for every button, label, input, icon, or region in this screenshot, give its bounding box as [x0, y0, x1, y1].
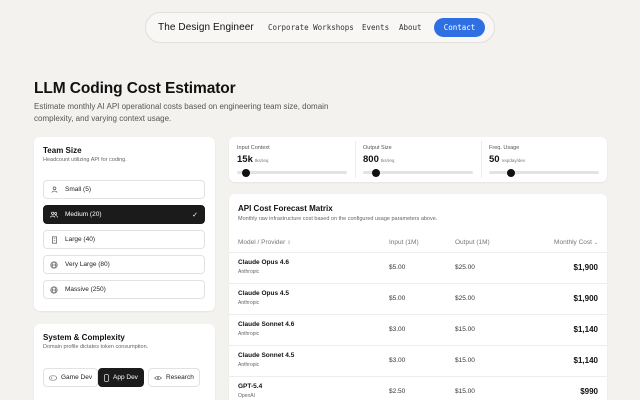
matrix-subtitle: Monthly raw infrastructure cost based on… — [238, 216, 438, 222]
chevron-down-icon: ⌄ — [593, 240, 598, 246]
eye-icon — [154, 375, 162, 381]
table-row[interactable]: Claude Sonnet 4.6 Anthropic $3.00 $15.00… — [229, 314, 607, 345]
nav-link-about[interactable]: About — [399, 23, 422, 32]
model-provider: Anthropic — [238, 268, 260, 275]
monthly-cost: $1,140 — [573, 325, 598, 334]
check-icon: ✓ — [192, 211, 198, 219]
system-complexity-subtitle: Domain profile dictates token consumptio… — [43, 344, 149, 350]
model-provider: Anthropic — [238, 330, 260, 337]
slider-label: Input Context — [237, 145, 270, 151]
output-price: $25.00 — [455, 264, 475, 271]
chip-app-dev[interactable]: App Dev — [98, 368, 144, 387]
team-size-title: Team Size — [43, 146, 82, 155]
system-complexity-title: System & Complexity — [43, 333, 125, 342]
slider-value: 15k tks/req — [237, 154, 269, 165]
output-price: $15.00 — [455, 357, 475, 364]
team-option-label: Massive (250) — [65, 286, 106, 293]
model-provider: Anthropic — [238, 299, 260, 306]
table-row[interactable]: GPT-5.4 OpenAI $2.50 $15.00 $990 — [229, 376, 607, 400]
monthly-cost: $1,900 — [573, 294, 598, 303]
team-option-label: Large (40) — [65, 236, 95, 243]
page-title: LLM Coding Cost Estimator — [34, 80, 236, 97]
team-option-small[interactable]: Small (5) — [43, 180, 205, 199]
model-provider: OpenAI — [238, 392, 255, 399]
output-price: $25.00 — [455, 295, 475, 302]
table-row[interactable]: Claude Opus 4.5 Anthropic $5.00 $25.00 $… — [229, 283, 607, 314]
input-price: $5.00 — [389, 295, 406, 302]
column-header-monthly-cost[interactable]: Monthly Cost ⌄ — [554, 239, 598, 246]
globe-icon — [49, 285, 59, 294]
model-provider: Anthropic — [238, 361, 260, 368]
table-row[interactable]: Claude Sonnet 4.5 Anthropic $3.00 $15.00… — [229, 345, 607, 376]
chip-label: Game Dev — [61, 374, 93, 381]
slider-value: 50 req/day/dev — [489, 154, 526, 165]
slider-freq-usage: Freq. Usage 50 req/day/dev — [481, 137, 607, 182]
brand-logo[interactable]: The Design Engineer — [158, 22, 254, 33]
nav-link-events[interactable]: Events — [362, 23, 389, 32]
user-icon — [49, 186, 59, 193]
model-name: Claude Sonnet 4.5 — [238, 352, 295, 359]
slider-track[interactable] — [237, 168, 347, 177]
gamepad-icon — [49, 375, 57, 381]
table-row[interactable]: Claude Opus 4.6 Anthropic $5.00 $25.00 $… — [229, 252, 607, 283]
usage-sliders-card: Input Context 15k tks/req Output Size 800… — [229, 137, 607, 182]
model-name: GPT-5.4 — [238, 383, 263, 390]
monthly-cost: $990 — [580, 387, 598, 396]
team-option-massive[interactable]: Massive (250) — [43, 280, 205, 299]
slider-thumb[interactable] — [507, 168, 516, 177]
team-size-subtitle: Headcount utilizing API for coding. — [43, 157, 127, 163]
phone-icon — [104, 373, 109, 382]
slider-label: Output Size — [363, 145, 392, 151]
model-name: Claude Opus 4.6 — [238, 259, 289, 266]
column-header-input[interactable]: Input (1M) — [389, 239, 419, 246]
top-nav: The Design Engineer Corporate Workshops … — [145, 12, 495, 43]
input-price: $3.00 — [389, 357, 406, 364]
input-price: $5.00 — [389, 264, 406, 271]
cost-matrix-card: API Cost Forecast Matrix Monthly raw inf… — [229, 194, 607, 400]
monthly-cost: $1,900 — [573, 263, 598, 272]
system-complexity-card: System & Complexity Domain profile dicta… — [34, 324, 215, 400]
input-price: $2.50 — [389, 388, 406, 395]
sort-icon: ⇕ — [287, 240, 292, 246]
slider-track[interactable] — [489, 168, 599, 177]
slider-label: Freq. Usage — [489, 145, 520, 151]
team-option-label: Very Large (80) — [65, 261, 110, 268]
output-price: $15.00 — [455, 388, 475, 395]
slider-input-context: Input Context 15k tks/req — [229, 137, 355, 182]
model-name: Claude Sonnet 4.6 — [238, 321, 295, 328]
slider-thumb[interactable] — [242, 168, 251, 177]
team-option-very-large[interactable]: Very Large (80) — [43, 255, 205, 274]
contact-button[interactable]: Contact — [434, 18, 485, 37]
building-icon — [49, 236, 59, 244]
output-price: $15.00 — [455, 326, 475, 333]
monthly-cost: $1,140 — [573, 356, 598, 365]
chip-game-dev[interactable]: Game Dev — [43, 368, 99, 387]
users-icon — [49, 211, 59, 218]
team-option-label: Medium (20) — [65, 211, 102, 218]
chip-label: Research — [166, 374, 194, 381]
matrix-title: API Cost Forecast Matrix — [238, 204, 333, 213]
chip-label: App Dev — [113, 374, 138, 381]
team-option-label: Small (5) — [65, 186, 92, 193]
page-subtitle: Estimate monthly AI API operational cost… — [34, 102, 329, 123]
slider-thumb[interactable] — [372, 168, 381, 177]
team-option-large[interactable]: Large (40) — [43, 230, 205, 249]
chip-research[interactable]: Research — [148, 368, 200, 387]
nav-link-corporate-workshops[interactable]: Corporate Workshops — [268, 23, 354, 32]
globe-icon — [49, 260, 59, 269]
slider-output-size: Output Size 800 tks/req — [355, 137, 481, 182]
team-option-medium[interactable]: Medium (20) ✓ — [43, 205, 205, 224]
model-name: Claude Opus 4.5 — [238, 290, 289, 297]
slider-value: 800 tks/req — [363, 154, 395, 165]
column-header-model[interactable]: Model / Provider ⇕ — [238, 239, 291, 246]
slider-track[interactable] — [363, 168, 473, 177]
column-header-output[interactable]: Output (1M) — [455, 239, 490, 246]
input-price: $3.00 — [389, 326, 406, 333]
team-size-card: Team Size Headcount utilizing API for co… — [34, 137, 215, 311]
